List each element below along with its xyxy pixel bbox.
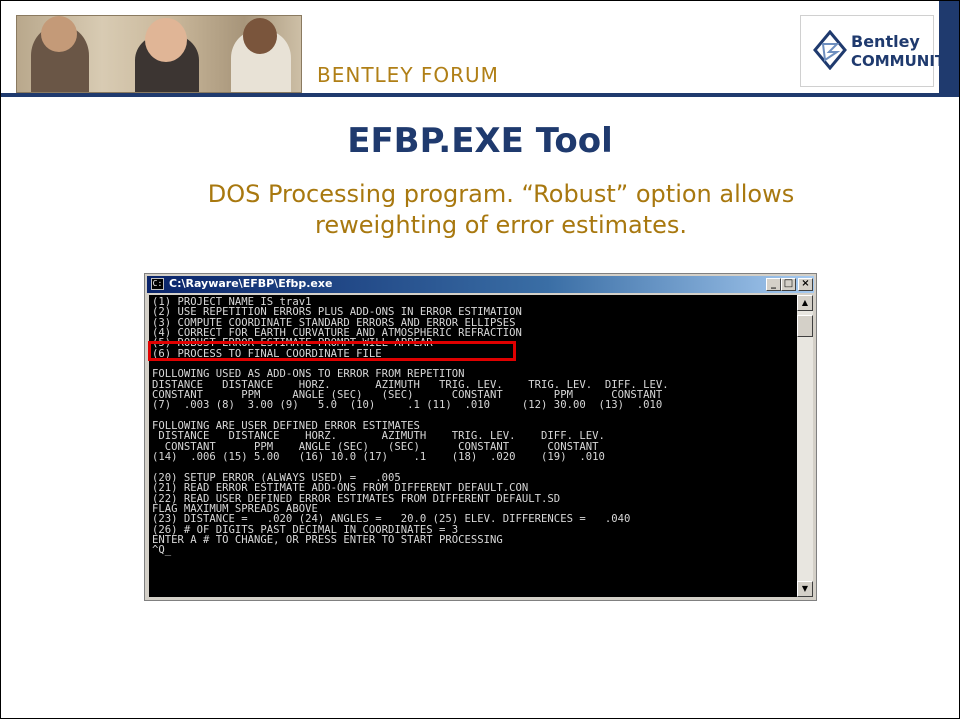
header-edge-bar: [939, 1, 959, 97]
slide-header: BENTLEY FORUM Bentley COMMUNITY: [1, 1, 959, 97]
person-photo: [41, 16, 77, 52]
close-button[interactable]: ×: [798, 278, 813, 291]
header-photo-strip: [16, 15, 302, 93]
person-photo: [243, 18, 277, 54]
minimize-button[interactable]: _: [766, 278, 781, 291]
console-window: C: C:\Rayware\EFBP\Efbp.exe _ □ × (1) PR…: [144, 273, 817, 601]
console-line: (7) .003 (8) 3.00 (9) 5.0 (10) .1 (11) .…: [152, 399, 663, 412]
console-line: (14) .006 (15) 5.00 (16) 10.0 (17) .1 (1…: [152, 451, 605, 464]
console-window-title: C:\Rayware\EFBP\Efbp.exe: [169, 277, 333, 290]
person-photo: [145, 18, 187, 62]
scroll-up-icon[interactable]: ▲: [797, 295, 813, 311]
slide-subtitle: DOS Processing program. “Robust” option …: [207, 180, 795, 239]
logo-text-bentley: Bentley: [851, 32, 920, 51]
console-line: ^Q_: [152, 544, 172, 557]
bentley-community-logo: Bentley COMMUNITY: [800, 15, 956, 87]
maximize-button[interactable]: □: [781, 278, 796, 291]
scroll-down-icon[interactable]: ▼: [797, 581, 813, 597]
bentley-logo-icon: [813, 30, 847, 70]
scroll-thumb[interactable]: [797, 315, 813, 337]
header-divider: [1, 93, 959, 97]
highlight-box: [148, 341, 516, 361]
forum-label: BENTLEY FORUM: [317, 63, 499, 87]
console-icon: C:: [151, 278, 164, 290]
console-titlebar[interactable]: C: C:\Rayware\EFBP\Efbp.exe _ □ ×: [147, 276, 814, 293]
vertical-scrollbar[interactable]: ▲ ▼: [797, 295, 813, 597]
slide-title: EFBP.EXE Tool: [347, 121, 613, 161]
console-output: (1) PROJECT NAME IS trav1 (2) USE REPETI…: [149, 295, 797, 556]
slide: BENTLEY FORUM Bentley COMMUNITY EFBP.EXE…: [0, 0, 960, 719]
console-line: ENTER A # TO CHANGE, OR PRESS ENTER TO S…: [152, 533, 503, 546]
